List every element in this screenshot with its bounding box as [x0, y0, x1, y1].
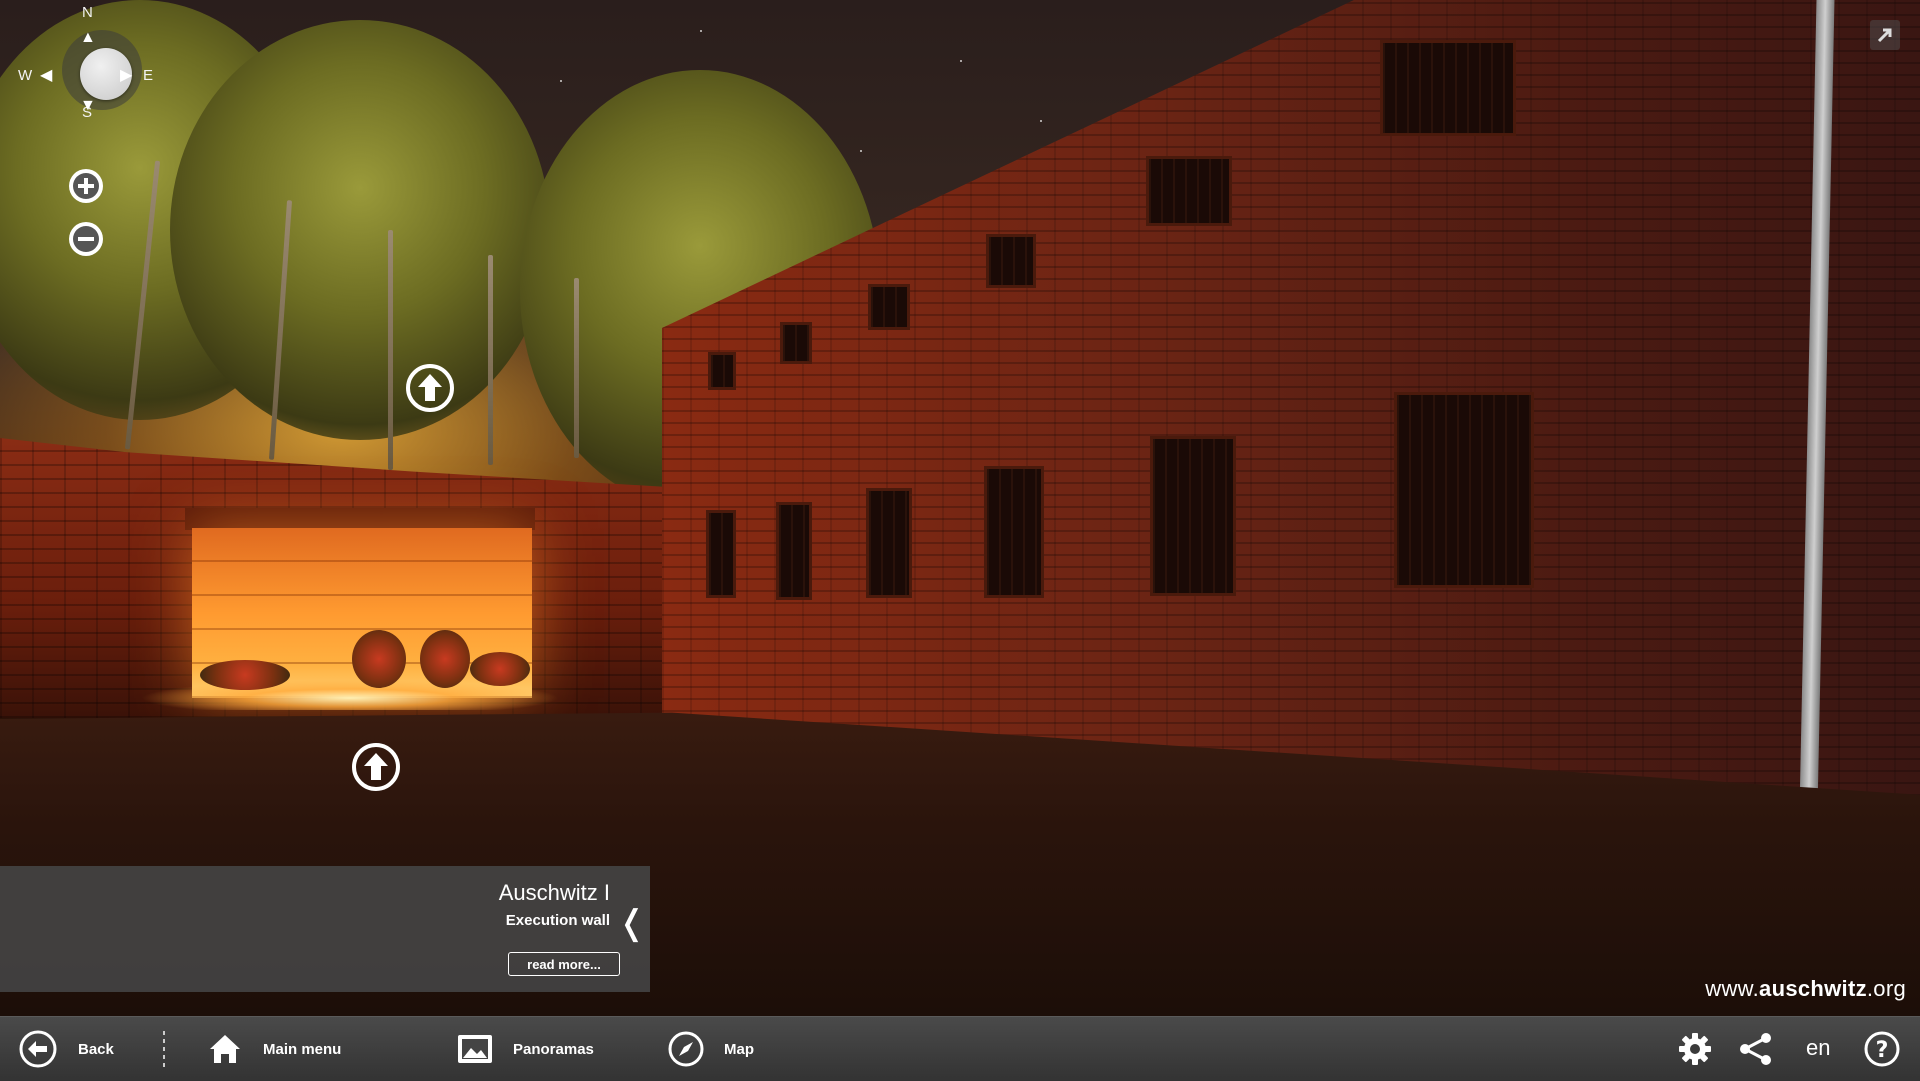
back-label: Back: [78, 1040, 114, 1058]
zoom-in-icon[interactable]: [67, 167, 105, 205]
home-icon: [210, 1035, 240, 1063]
collapse-panel-icon[interactable]: ❬: [618, 906, 647, 940]
back-button[interactable]: Back: [18, 1017, 114, 1081]
map-compass-icon: [668, 1031, 704, 1067]
language-selector[interactable]: en: [1806, 1035, 1830, 1061]
panoramas-icon: [458, 1035, 492, 1063]
hotspot-arrow-icon[interactable]: [351, 742, 401, 792]
map-button[interactable]: Map: [666, 1017, 754, 1081]
compass-west-label: W: [18, 67, 33, 84]
compass-east-label: E: [143, 67, 154, 84]
location-title: Auschwitz I: [498, 880, 610, 905]
share-icon[interactable]: [1736, 1029, 1776, 1069]
compass-control[interactable]: N S E W ▲ ▼ ▶ ◀: [18, 4, 153, 140]
read-more-button[interactable]: read more...: [508, 952, 620, 976]
location-subtitle: Execution wall: [505, 912, 610, 929]
toolbar-divider: [163, 1031, 165, 1067]
zoom-out-icon[interactable]: [67, 220, 105, 258]
hotspot-arrow-icon[interactable]: [405, 363, 455, 413]
website-watermark: www.auschwitz.org: [1705, 976, 1906, 1001]
settings-icon[interactable]: [1675, 1029, 1715, 1069]
pan-up-arrow-icon[interactable]: ▲: [80, 30, 96, 46]
pan-down-arrow-icon[interactable]: ▼: [80, 98, 96, 114]
pan-right-arrow-icon[interactable]: ▶: [120, 68, 132, 84]
panoramas-button[interactable]: Panoramas: [455, 1017, 594, 1081]
main-menu-button[interactable]: Main menu: [205, 1017, 341, 1081]
main-menu-label: Main menu: [263, 1040, 342, 1058]
help-icon[interactable]: ?: [1862, 1029, 1902, 1069]
location-info-panel: Auschwitz I Execution wall read more... …: [0, 866, 650, 992]
map-label: Map: [724, 1040, 754, 1058]
back-icon: [19, 1030, 57, 1068]
compass-north-label: N: [82, 4, 93, 21]
expand-icon[interactable]: [1870, 20, 1900, 50]
brick-block-building: [662, 0, 1920, 820]
tree: [170, 20, 550, 440]
panoramas-label: Panoramas: [513, 1040, 594, 1058]
panorama-view[interactable]: [0, 0, 1920, 1016]
pan-left-arrow-icon[interactable]: ◀: [40, 68, 52, 84]
svg-text:?: ?: [1876, 1038, 1889, 1063]
bottom-toolbar: Back Main menu Panoramas Map en ?: [0, 1016, 1920, 1081]
